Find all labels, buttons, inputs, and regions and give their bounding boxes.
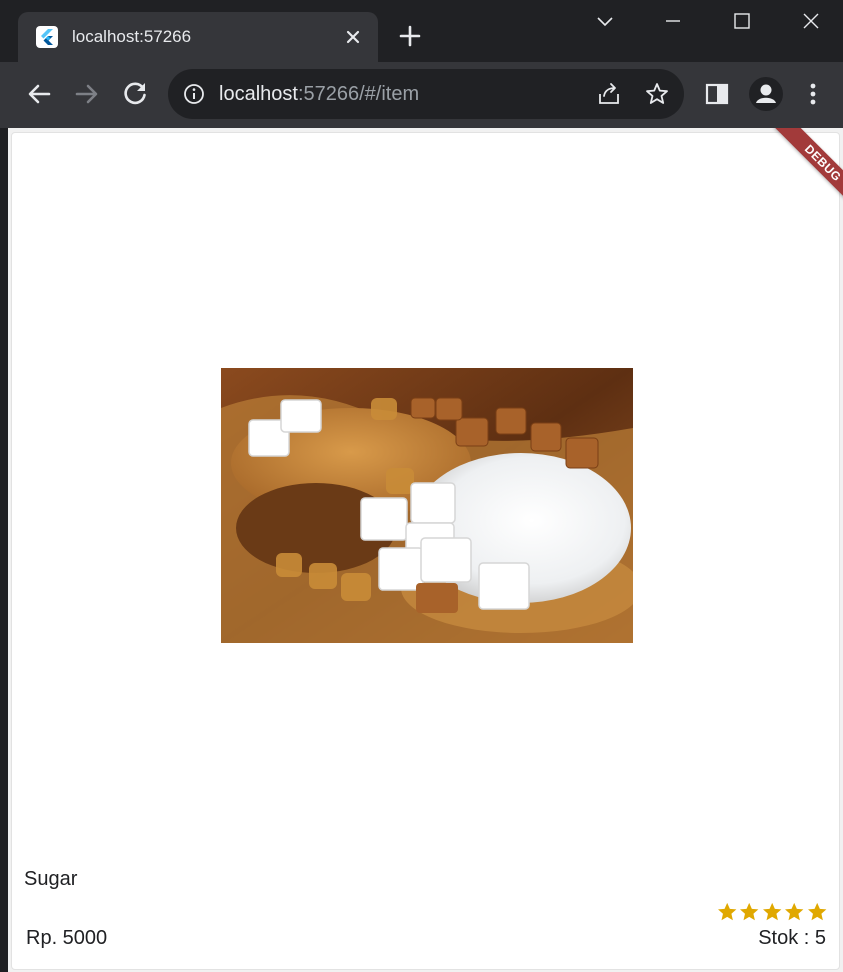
side-panel-icon[interactable] (701, 78, 733, 110)
close-tab-icon[interactable] (340, 24, 366, 50)
sugar-photo (221, 368, 633, 643)
browser-window: localhost:57266 localhost:57266/#/item S… (0, 0, 843, 972)
url-path: :57266/#/item (297, 83, 420, 105)
new-tab-icon[interactable] (396, 22, 424, 50)
browser-tab[interactable]: localhost:57266 (18, 12, 378, 62)
flutter-logo-icon (36, 26, 58, 48)
tab-title: localhost:57266 (72, 27, 192, 46)
profile-avatar-icon[interactable] (749, 77, 783, 111)
close-window-icon[interactable] (796, 8, 826, 36)
maximize-icon[interactable] (727, 8, 757, 36)
product-price: Rp. 5000 (26, 927, 108, 949)
tab-strip: localhost:57266 (0, 0, 843, 62)
product-stock: Stok : 5 (758, 927, 826, 949)
debug-banner: DEBUG (763, 128, 843, 208)
address-bar[interactable]: localhost:57266/#/item (168, 69, 684, 119)
product-card[interactable]: Sugar Rp. 5000 Stok : 5 (11, 132, 840, 970)
tab-search-icon[interactable] (590, 8, 620, 36)
back-arrow-icon[interactable] (21, 76, 57, 112)
star-icon (762, 902, 782, 921)
left-edge-strip (0, 128, 8, 972)
product-name: Sugar (24, 868, 78, 890)
bookmark-star-icon[interactable] (644, 81, 670, 107)
browser-toolbar: localhost:57266/#/item (0, 62, 843, 128)
reload-icon[interactable] (117, 76, 153, 112)
share-icon[interactable] (596, 81, 622, 107)
url-host: localhost (219, 83, 298, 105)
forward-arrow-icon[interactable] (69, 76, 105, 112)
page-viewport: Sugar Rp. 5000 Stok : 5 DEBUG (8, 128, 843, 972)
url-text: localhost:57266/#/item (219, 82, 419, 106)
minimize-icon[interactable] (658, 8, 688, 36)
star-icon (740, 902, 759, 921)
star-icon (785, 902, 804, 921)
star-icon (718, 902, 737, 921)
rating-stars (716, 901, 828, 923)
site-info-icon[interactable] (182, 82, 206, 106)
star-icon (807, 902, 826, 921)
more-menu-icon[interactable] (797, 78, 829, 110)
debug-label: DEBUG (774, 128, 843, 208)
